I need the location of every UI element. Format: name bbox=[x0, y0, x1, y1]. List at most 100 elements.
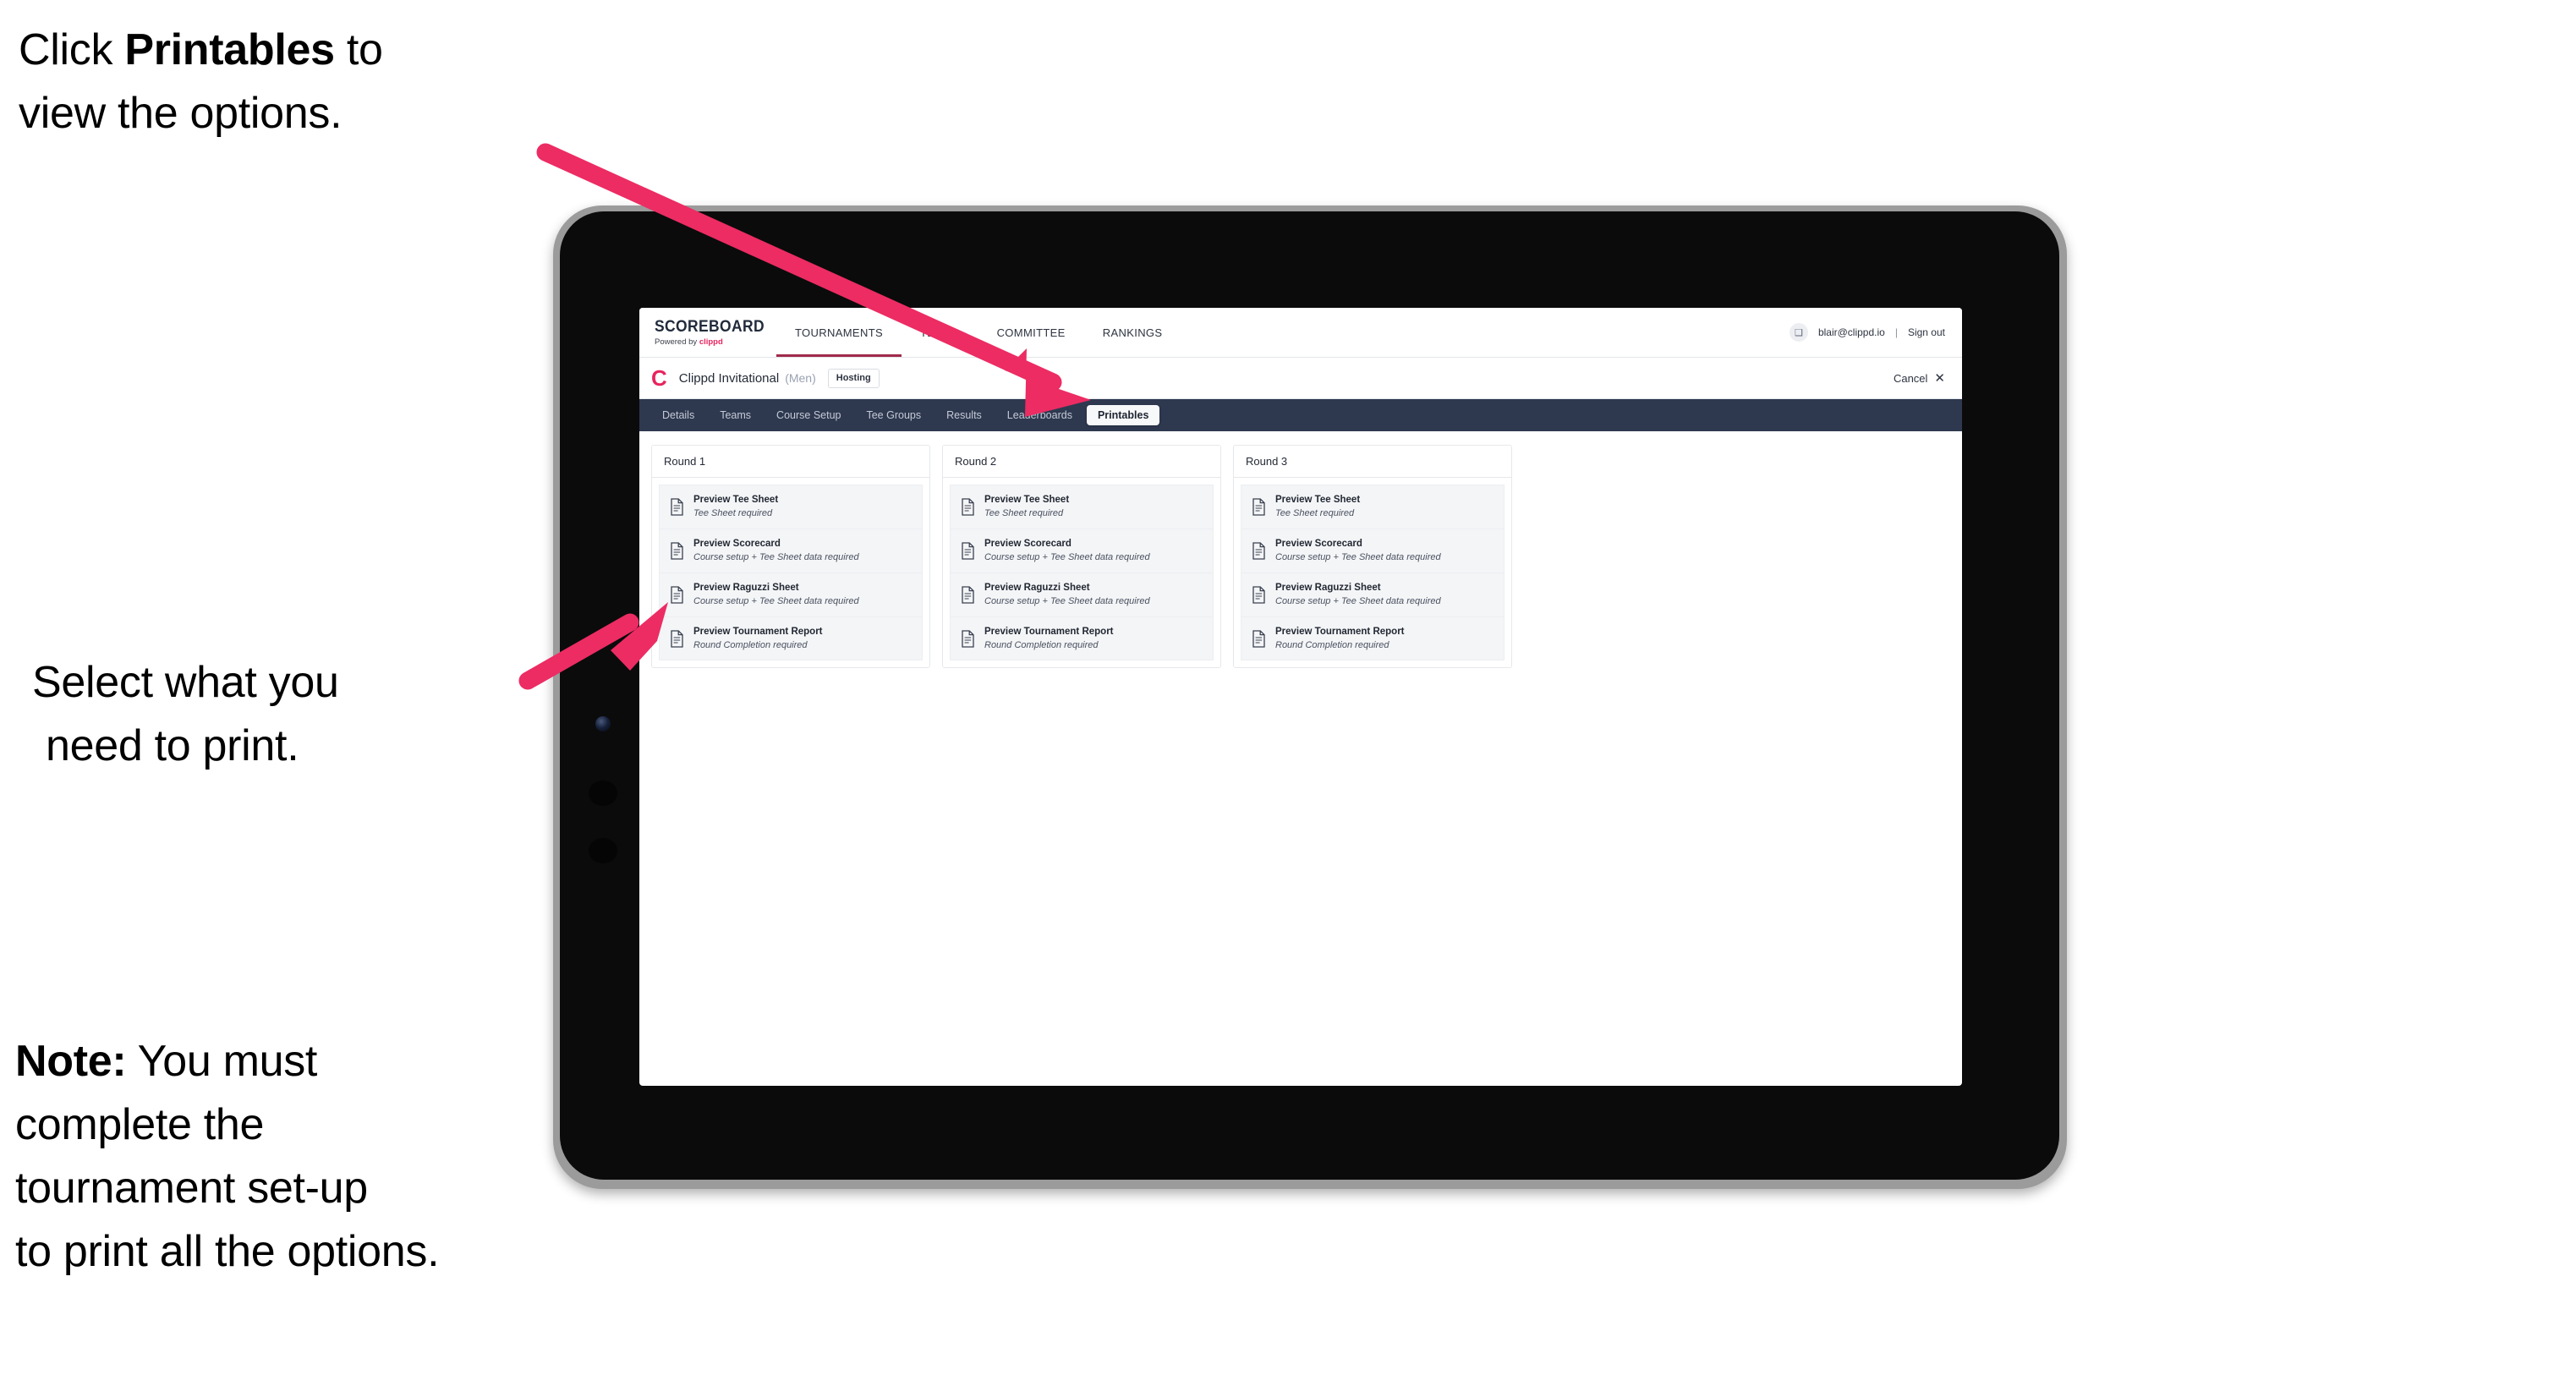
list-item-subtitle: Course setup + Tee Sheet data required bbox=[1275, 595, 1441, 606]
front-camera-icon bbox=[595, 716, 611, 731]
round-column-1: Round 1 Preview Tee Sheet Tee Sheet requ… bbox=[651, 445, 930, 669]
list-item-title: Preview Tee Sheet bbox=[1275, 495, 1361, 505]
tab-printables[interactable]: Printables bbox=[1086, 404, 1160, 426]
document-icon bbox=[961, 498, 975, 516]
primary-navigation: TOURNAMENTS TEAMS COMMITTEE RANKINGS bbox=[776, 308, 1181, 357]
round-1-body: Preview Tee Sheet Tee Sheet required Pre… bbox=[652, 478, 929, 668]
annotation-1-bold: Printables bbox=[124, 25, 335, 74]
list-item[interactable]: Preview Raguzzi Sheet Course setup + Tee… bbox=[1241, 572, 1504, 617]
annotation-3-bold: Note: bbox=[15, 1037, 127, 1086]
annotation-1-line2: view the options. bbox=[19, 88, 343, 138]
list-item-title: Preview Tee Sheet bbox=[984, 495, 1070, 505]
account-separator: | bbox=[1894, 326, 1898, 338]
document-icon bbox=[1252, 542, 1266, 560]
list-item-subtitle: Course setup + Tee Sheet data required bbox=[1275, 552, 1441, 563]
list-item[interactable]: Preview Raguzzi Sheet Course setup + Tee… bbox=[950, 572, 1214, 617]
brand-sub-prefix: Powered by bbox=[655, 337, 699, 347]
tab-details[interactable]: Details bbox=[651, 405, 705, 426]
nav-item-tournaments-label: TOURNAMENTS bbox=[795, 326, 884, 339]
clippd-logo-icon: C bbox=[651, 365, 667, 391]
round-2-body: Preview Tee Sheet Tee Sheet required Pre… bbox=[943, 478, 1220, 668]
tab-leaderboards-label: Leaderboards bbox=[1006, 408, 1072, 421]
tab-details-label: Details bbox=[662, 408, 695, 421]
document-icon bbox=[670, 498, 684, 516]
document-icon bbox=[670, 585, 684, 604]
document-icon bbox=[1252, 629, 1266, 648]
tab-course-setup[interactable]: Course Setup bbox=[765, 405, 852, 426]
list-item[interactable]: Preview Raguzzi Sheet Course setup + Tee… bbox=[659, 572, 923, 617]
tab-printables-label: Printables bbox=[1097, 408, 1149, 421]
sign-out-link[interactable]: Sign out bbox=[1908, 326, 1945, 338]
tab-results[interactable]: Results bbox=[935, 405, 993, 426]
list-item[interactable]: Preview Tournament Report Round Completi… bbox=[659, 616, 923, 661]
annotation-1-text-pre: Click bbox=[19, 25, 125, 74]
document-icon bbox=[961, 629, 975, 648]
annotation-2-line1: Select what you bbox=[32, 658, 339, 707]
list-item-title: Preview Tournament Report bbox=[984, 626, 1114, 637]
list-item[interactable]: Preview Scorecard Course setup + Tee She… bbox=[1241, 529, 1504, 573]
list-item[interactable]: Preview Scorecard Course setup + Tee She… bbox=[950, 529, 1214, 573]
list-item-subtitle: Course setup + Tee Sheet data required bbox=[693, 595, 859, 606]
tab-results-label: Results bbox=[946, 408, 982, 421]
nav-item-rankings-label: RANKINGS bbox=[1102, 326, 1163, 339]
nav-item-committee-label: COMMITTEE bbox=[996, 326, 1066, 339]
nav-item-teams[interactable]: TEAMS bbox=[902, 308, 978, 357]
tab-leaderboards[interactable]: Leaderboards bbox=[996, 405, 1083, 426]
list-item-subtitle: Tee Sheet required bbox=[693, 508, 773, 519]
tab-tee-groups[interactable]: Tee Groups bbox=[855, 405, 932, 426]
tab-teams[interactable]: Teams bbox=[709, 405, 762, 426]
brand-logo[interactable]: SCOREBOARD Powered by clippd bbox=[639, 308, 766, 357]
annotation-3-line4: to print all the options. bbox=[15, 1226, 440, 1276]
tournament-gender: (Men) bbox=[785, 371, 816, 385]
tablet-device-frame: SCOREBOARD Powered by clippd TOURNAMENTS… bbox=[553, 205, 2067, 1189]
document-icon bbox=[670, 542, 684, 560]
list-item-subtitle: Tee Sheet required bbox=[984, 508, 1064, 519]
tournament-header-row: C Clippd Invitational (Men) Hosting Canc… bbox=[639, 358, 1962, 399]
app-screen: SCOREBOARD Powered by clippd TOURNAMENTS… bbox=[639, 308, 1962, 1086]
brand-subtitle: Powered by clippd bbox=[655, 338, 766, 347]
round-3-header: Round 3 bbox=[1234, 446, 1511, 478]
list-item-title: Preview Tee Sheet bbox=[693, 495, 779, 505]
list-item[interactable]: Preview Tee Sheet Tee Sheet required bbox=[1241, 485, 1504, 529]
round-column-3: Round 3 Preview Tee Sheet Tee Sheet requ… bbox=[1233, 445, 1512, 669]
document-icon bbox=[670, 629, 684, 648]
section-tab-bar: Details Teams Course Setup Tee Groups Re… bbox=[639, 399, 1962, 431]
document-icon bbox=[961, 585, 975, 604]
list-item[interactable]: Preview Tee Sheet Tee Sheet required bbox=[659, 485, 923, 529]
printables-content: Round 1 Preview Tee Sheet Tee Sheet requ… bbox=[639, 431, 1962, 682]
brand-title: SCOREBOARD bbox=[655, 317, 765, 336]
close-icon: ✕ bbox=[1934, 370, 1945, 386]
document-icon bbox=[961, 542, 975, 560]
list-item-subtitle: Tee Sheet required bbox=[1275, 508, 1355, 519]
list-item-title: Preview Tournament Report bbox=[693, 626, 823, 637]
list-item[interactable]: Preview Tournament Report Round Completi… bbox=[1241, 616, 1504, 661]
account-area: ❑ blair@clippd.io | Sign out bbox=[1789, 308, 1962, 357]
annotation-1-text-post: to bbox=[334, 25, 383, 74]
list-item-subtitle: Round Completion required bbox=[1275, 639, 1389, 650]
annotation-2-line2: need to print. bbox=[46, 720, 299, 770]
device-button-upper[interactable] bbox=[589, 781, 617, 806]
list-item-title: Preview Raguzzi Sheet bbox=[984, 582, 1090, 593]
nav-item-tournaments[interactable]: TOURNAMENTS bbox=[776, 308, 902, 357]
tab-tee-groups-label: Tee Groups bbox=[866, 408, 922, 421]
list-item-subtitle: Course setup + Tee Sheet data required bbox=[984, 595, 1150, 606]
avatar[interactable]: ❑ bbox=[1789, 323, 1808, 342]
nav-item-committee[interactable]: COMMITTEE bbox=[978, 308, 1084, 357]
annotation-3-rest: You must bbox=[126, 1037, 318, 1086]
status-badge: Hosting bbox=[827, 368, 880, 388]
list-item-subtitle: Course setup + Tee Sheet data required bbox=[984, 552, 1150, 563]
device-button-lower[interactable] bbox=[589, 838, 617, 863]
cancel-button[interactable]: Cancel ✕ bbox=[1894, 372, 1945, 385]
tab-course-setup-label: Course Setup bbox=[776, 408, 841, 421]
list-item-title: Preview Raguzzi Sheet bbox=[1275, 582, 1381, 593]
round-2-header: Round 2 bbox=[943, 446, 1220, 478]
round-1-header: Round 1 bbox=[652, 446, 929, 478]
list-item-title: Preview Tournament Report bbox=[1275, 626, 1405, 637]
list-item[interactable]: Preview Tee Sheet Tee Sheet required bbox=[950, 485, 1214, 529]
app-top-bar: SCOREBOARD Powered by clippd TOURNAMENTS… bbox=[639, 308, 1962, 358]
list-item[interactable]: Preview Tournament Report Round Completi… bbox=[950, 616, 1214, 661]
avatar-glyph: ❑ bbox=[1795, 327, 1803, 338]
list-item[interactable]: Preview Scorecard Course setup + Tee She… bbox=[659, 529, 923, 573]
list-item-title: Preview Scorecard bbox=[984, 538, 1072, 549]
nav-item-rankings[interactable]: RANKINGS bbox=[1084, 308, 1181, 357]
